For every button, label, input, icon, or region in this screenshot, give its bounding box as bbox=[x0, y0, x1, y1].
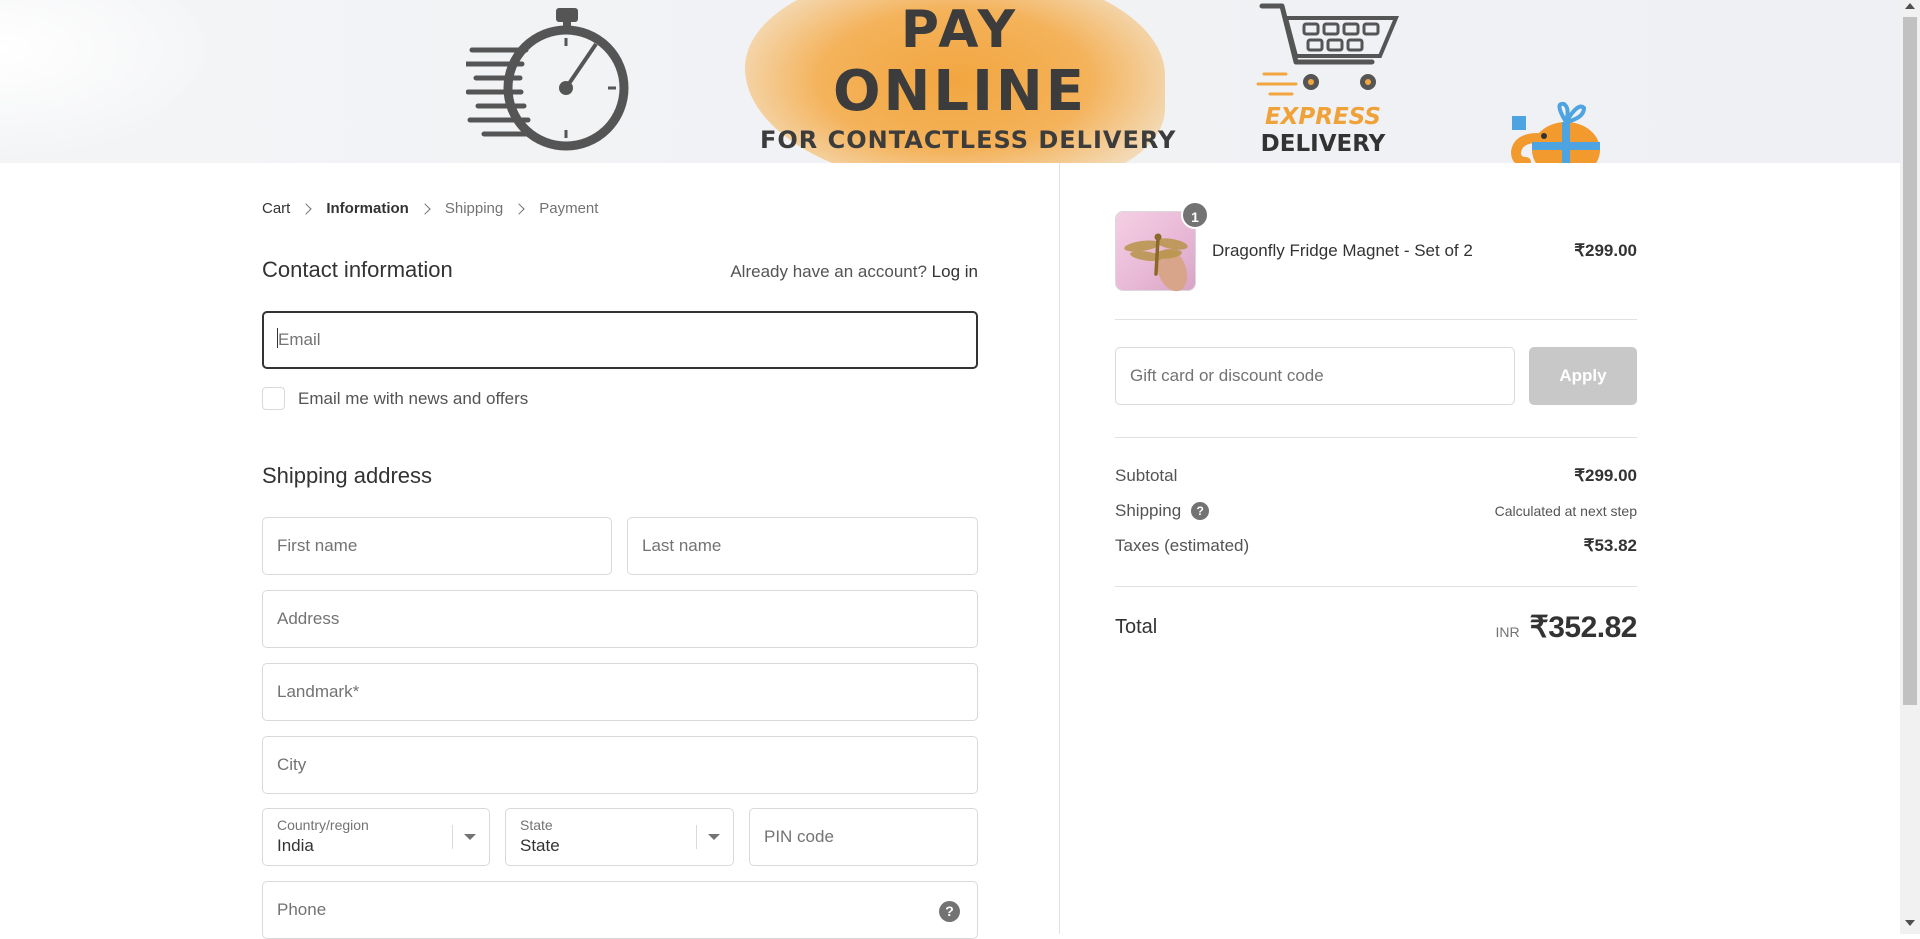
summary-divider bbox=[1115, 319, 1637, 320]
total-amount-group: INR ₹352.82 bbox=[1495, 610, 1638, 645]
subtotal-value: ₹299.00 bbox=[1574, 466, 1637, 485]
total-currency: INR bbox=[1495, 624, 1520, 640]
delivery-text: DELIVERY bbox=[1260, 131, 1386, 157]
total-label: Total bbox=[1115, 616, 1158, 638]
last-name-field[interactable]: Last name bbox=[627, 517, 978, 575]
subtotal-label: Subtotal bbox=[1115, 466, 1178, 485]
select-separator bbox=[452, 825, 453, 849]
chevron-right-icon bbox=[419, 202, 431, 215]
column-divider bbox=[1059, 163, 1060, 934]
taxes-value: ₹53.82 bbox=[1583, 536, 1637, 555]
quantity-badge: 1 bbox=[1181, 201, 1209, 229]
stopwatch-icon bbox=[466, 8, 629, 151]
product-thumbnail: 1 bbox=[1115, 201, 1209, 292]
summary-divider bbox=[1115, 586, 1637, 587]
city-placeholder: City bbox=[277, 755, 307, 774]
scroll-thumb[interactable] bbox=[1903, 17, 1917, 705]
subtotal-row: Subtotal ₹299.00 bbox=[1115, 466, 1637, 486]
promo-banner: PAY ONLINE FOR CONTACTLESS DELIVERY EXPR… bbox=[0, 0, 1900, 163]
contact-information-title: Contact information bbox=[262, 257, 453, 282]
chevron-down-icon bbox=[464, 834, 476, 840]
breadcrumb-shipping: Shipping bbox=[444, 200, 504, 217]
taxes-row: Taxes (estimated) ₹53.82 bbox=[1115, 536, 1637, 556]
scroll-up-arrow-icon[interactable] bbox=[1905, 3, 1915, 9]
question-help-icon[interactable]: ? bbox=[939, 901, 960, 922]
shipping-label-group: Shipping ? bbox=[1115, 501, 1210, 521]
chevron-right-icon bbox=[513, 202, 525, 215]
select-separator bbox=[696, 825, 697, 849]
banner-line-online: ONLINE bbox=[832, 59, 1088, 124]
login-link[interactable]: Log in bbox=[932, 262, 978, 281]
state-label: State bbox=[520, 817, 553, 833]
taxes-label: Taxes (estimated) bbox=[1115, 536, 1250, 555]
chevron-down-icon bbox=[708, 834, 720, 840]
landmark-field[interactable]: Landmark* bbox=[262, 663, 978, 721]
shipping-value: Calculated at next step bbox=[1494, 503, 1637, 519]
total-value: ₹352.82 bbox=[1529, 611, 1638, 644]
discount-code-field[interactable]: Gift card or discount code bbox=[1115, 347, 1515, 405]
city-field[interactable]: City bbox=[262, 736, 978, 794]
banner-background-fade bbox=[0, 0, 240, 163]
account-prompt-text: Already have an account? bbox=[730, 262, 927, 281]
state-select[interactable]: State State bbox=[505, 808, 734, 866]
account-prompt: Already have an account? Log in bbox=[730, 262, 978, 282]
newsletter-option[interactable]: Email me with news and offers bbox=[262, 387, 528, 410]
scroll-down-arrow-icon[interactable] bbox=[1905, 920, 1915, 926]
chevron-right-icon bbox=[300, 202, 313, 215]
question-help-icon[interactable]: ? bbox=[1191, 502, 1210, 520]
breadcrumb-payment: Payment bbox=[539, 200, 599, 217]
address-field[interactable]: Address bbox=[262, 590, 978, 648]
email-placeholder: Email bbox=[278, 330, 321, 349]
newsletter-label[interactable]: Email me with news and offers bbox=[298, 389, 528, 409]
express-text: EXPRESS bbox=[1264, 104, 1382, 130]
banner-headline: PAY ONLINE FOR CONTACTLESS DELIVERY bbox=[760, 0, 1175, 152]
last-name-placeholder: Last name bbox=[642, 536, 722, 555]
shipping-label: Shipping bbox=[1115, 501, 1182, 520]
page-scrollbar[interactable] bbox=[1900, 0, 1920, 934]
pin-code-placeholder: PIN code bbox=[764, 827, 834, 846]
apply-discount-button[interactable]: Apply bbox=[1529, 347, 1637, 405]
express-delivery-label: EXPRESS DELIVERY bbox=[1253, 106, 1393, 156]
elephant-gift-icon bbox=[1510, 101, 1600, 163]
address-placeholder: Address bbox=[277, 609, 340, 628]
banner-line-pay: PAY bbox=[900, 0, 1020, 60]
summary-divider bbox=[1115, 437, 1637, 438]
landmark-placeholder: Landmark* bbox=[277, 682, 360, 701]
newsletter-checkbox[interactable] bbox=[262, 387, 285, 410]
email-field[interactable]: Email bbox=[262, 311, 978, 369]
phone-placeholder: Phone bbox=[277, 900, 327, 919]
product-name: Dragonfly Fridge Magnet - Set of 2 bbox=[1212, 241, 1473, 260]
country-value: India bbox=[277, 836, 314, 855]
breadcrumb: Cart Information Shipping Payment bbox=[262, 200, 598, 217]
shipping-address-title: Shipping address bbox=[262, 463, 433, 488]
shopping-cart-icon bbox=[1256, 3, 1400, 96]
country-label: Country/region bbox=[277, 817, 369, 833]
phone-field[interactable]: Phone ? bbox=[262, 881, 978, 939]
banner-line-contactless: FOR CONTACTLESS DELIVERY bbox=[760, 126, 1177, 154]
breadcrumb-information: Information bbox=[326, 200, 409, 217]
total-row: Total INR ₹352.82 bbox=[1115, 610, 1638, 645]
country-select[interactable]: Country/region India bbox=[262, 808, 490, 866]
shipping-row: Shipping ? Calculated at next step bbox=[1115, 501, 1637, 521]
discount-placeholder: Gift card or discount code bbox=[1130, 366, 1324, 385]
pin-code-field[interactable]: PIN code bbox=[749, 808, 978, 866]
first-name-placeholder: First name bbox=[277, 536, 358, 555]
state-value: State bbox=[520, 836, 560, 855]
breadcrumb-cart[interactable]: Cart bbox=[262, 200, 290, 217]
product-price: ₹299.00 bbox=[1574, 241, 1637, 260]
first-name-field[interactable]: First name bbox=[262, 517, 612, 575]
